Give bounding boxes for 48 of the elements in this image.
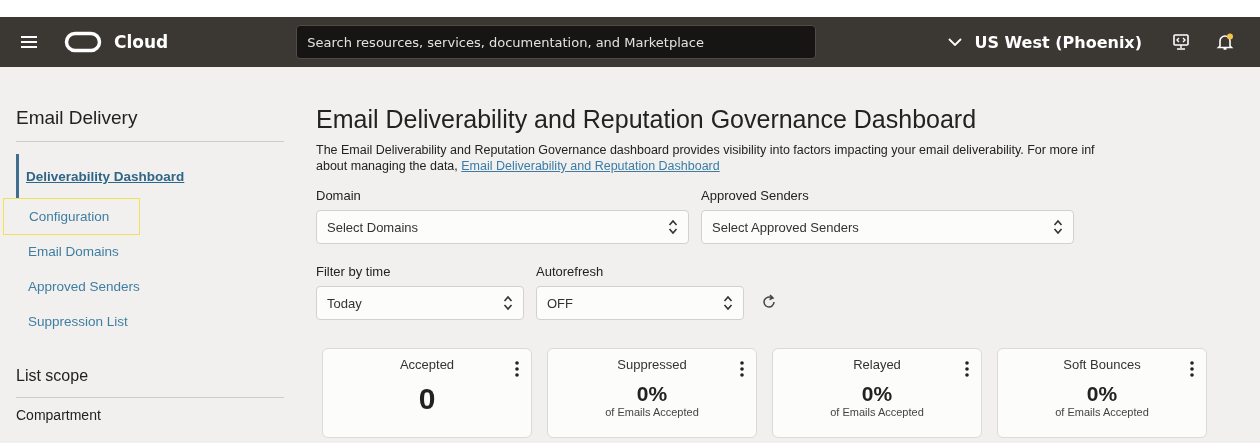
metric-caption: of Emails Accepted: [1055, 406, 1149, 418]
refresh-icon[interactable]: [760, 293, 778, 311]
field-label: Compartment: [16, 406, 102, 423]
select-dropdown[interactable]: Today: [316, 286, 524, 320]
card-title: Relayed: [853, 357, 901, 372]
bell-icon[interactable]: [1216, 33, 1234, 51]
up-down-chevron-icon: [1053, 219, 1063, 235]
up-down-chevron-icon: [723, 295, 733, 311]
field-label: Domain: [316, 188, 362, 203]
field-label: Autorefresh: [536, 264, 605, 279]
metric-caption: of Emails Accepted: [830, 406, 924, 418]
description-text: The Email Deliverability and Reputation Governance dashboard provides visibility into factors impacting your email deliverability. For more inf: [316, 142, 1096, 158]
card-title: Suppressed: [617, 357, 687, 372]
more-options-icon[interactable]: [965, 361, 969, 377]
more-options-icon[interactable]: [515, 361, 519, 377]
sidebar-link[interactable]: Email Domains: [16, 234, 119, 269]
page-title: Email Deliverability and Reputation Governance Dashboard: [316, 105, 978, 134]
more-options-icon[interactable]: [1190, 361, 1194, 377]
metric-value: 0%: [1086, 382, 1118, 406]
search-field[interactable]: Search resources, services, documentation, and Marketplace: [296, 25, 817, 59]
card-title: Soft Bounces: [1063, 357, 1141, 372]
monitor-code-icon[interactable]: [1172, 33, 1190, 51]
metric-value: 0%: [861, 382, 893, 406]
field-label: Filter by time: [316, 264, 392, 279]
chevron-down-icon: [948, 38, 963, 46]
more-options-icon[interactable]: [740, 361, 744, 377]
sidebar-title: Email Delivery: [16, 107, 284, 142]
metric-caption: of Emails Accepted: [605, 406, 699, 418]
description-text: about managing the data,: [316, 159, 458, 173]
region-selector[interactable]: US West (Phoenix): [948, 32, 1142, 52]
select-dropdown[interactable]: OFF: [536, 286, 744, 320]
logo-icon[interactable]: [64, 31, 102, 53]
up-down-chevron-icon: [668, 219, 678, 235]
card-title: Accepted: [399, 357, 455, 372]
sidebar-link[interactable]: Approved Senders: [16, 269, 140, 304]
metric-value: 0: [418, 382, 436, 416]
sidebar-link[interactable]: Configuration: [4, 199, 140, 234]
select-dropdown[interactable]: Select Approved Senders: [701, 210, 1074, 244]
select-dropdown[interactable]: Select Domains: [316, 210, 689, 244]
sidebar-link[interactable]: Suppression List: [16, 304, 128, 339]
section-title: List scope: [16, 367, 284, 398]
field-label: Approved Senders: [701, 188, 810, 203]
dashboard-link[interactable]: Email Deliverability and Reputation Dashboard: [461, 159, 720, 173]
menu-icon[interactable]: [20, 35, 38, 49]
brand-name[interactable]: Cloud: [114, 32, 169, 52]
sidebar-link[interactable]: Deliverability Dashboard: [16, 154, 185, 199]
metric-value: 0%: [636, 382, 668, 406]
up-down-chevron-icon: [503, 295, 513, 311]
